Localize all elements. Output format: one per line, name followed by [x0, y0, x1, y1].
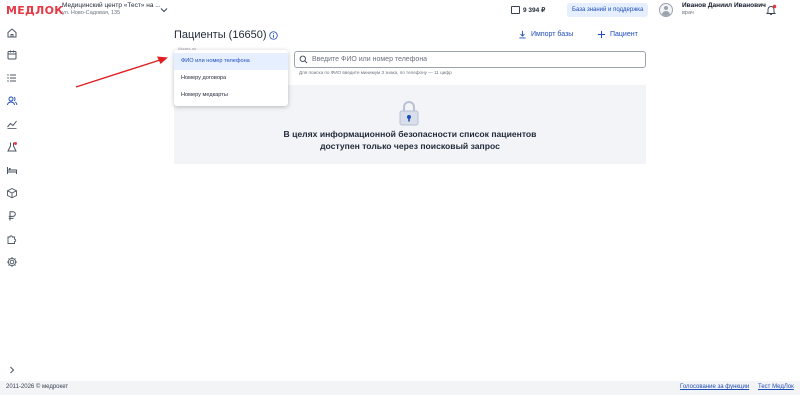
import-base-label: Импорт базы: [531, 31, 574, 38]
search-type-dropdown[interactable]: ФИО или номер телефона Номеру договора Н…: [174, 50, 288, 106]
search-option-medcard[interactable]: Номеру медкарты: [174, 87, 288, 104]
balance[interactable]: 9 394 ₽: [511, 3, 545, 17]
box-icon[interactable]: [6, 187, 18, 199]
lock-icon: [399, 101, 419, 126]
top-bar: МЕДЛОК Медицинский центр «Тест» на ... у…: [0, 0, 800, 22]
balance-value: 9 394 ₽: [523, 7, 546, 14]
chevron-down-icon[interactable]: [160, 6, 168, 14]
search-option-contract[interactable]: Номеру договора: [174, 70, 288, 87]
test-medlok-link[interactable]: Тест МедЛок: [758, 384, 794, 390]
search-field[interactable]: [294, 51, 646, 68]
search-icon: [299, 55, 308, 64]
plus-icon: [597, 30, 606, 39]
patients-icon[interactable]: [6, 95, 18, 107]
search-hint: Для поиска по ФИО введите минимум 3 знак…: [299, 70, 452, 75]
footer: 2011-2026 © медрокет Голосование за функ…: [0, 381, 800, 395]
clinic-address: ул. Ново-Садовая, 135: [62, 10, 121, 16]
search-input[interactable]: [312, 56, 632, 63]
avatar[interactable]: [659, 3, 673, 17]
add-patient-label: Пациент: [610, 31, 638, 38]
home-icon[interactable]: [6, 27, 18, 39]
clinic-name: Медицинский центр «Тест» на ...: [62, 2, 161, 9]
notice-text-line2: доступен только через поисковый запрос: [320, 141, 500, 151]
bed-icon[interactable]: [6, 164, 18, 176]
puzzle-icon[interactable]: [6, 233, 18, 245]
knowledge-base-button[interactable]: База знаний и поддержка: [567, 3, 649, 17]
copyright: 2011-2026 © медрокет: [6, 384, 69, 390]
settings-icon[interactable]: [6, 256, 18, 268]
wallet-icon: [511, 6, 520, 14]
annotation-arrow: [75, 56, 168, 88]
download-icon: [519, 30, 526, 39]
logo[interactable]: МЕДЛОК: [6, 4, 64, 17]
ruble-icon[interactable]: [6, 210, 18, 222]
user-info[interactable]: Иванов Даниил Иванович врач: [682, 2, 766, 16]
user-role: врач: [682, 10, 694, 16]
lab-icon[interactable]: [6, 141, 18, 153]
analytics-icon[interactable]: [6, 118, 18, 130]
user-name: Иванов Даниил Иванович: [682, 2, 766, 9]
notice-text-line1: В целях информационной безопасности спис…: [283, 129, 537, 139]
page-title: Пациенты (16650): [174, 29, 267, 41]
list-icon[interactable]: [6, 72, 18, 84]
expand-sidebar-icon[interactable]: [6, 364, 18, 376]
clinic-selector[interactable]: Медицинский центр «Тест» на ... ул. Ново…: [62, 2, 162, 16]
sidebar: [0, 22, 24, 381]
bell-icon[interactable]: [765, 4, 777, 16]
feature-voting-link[interactable]: Голосование за функции: [680, 384, 749, 390]
search-option-fio-phone[interactable]: ФИО или номер телефона: [174, 53, 288, 70]
calendar-icon[interactable]: [6, 49, 18, 61]
info-icon[interactable]: [269, 31, 278, 40]
add-patient-button[interactable]: Пациент: [597, 30, 638, 39]
import-base-button[interactable]: Импорт базы: [518, 30, 573, 39]
